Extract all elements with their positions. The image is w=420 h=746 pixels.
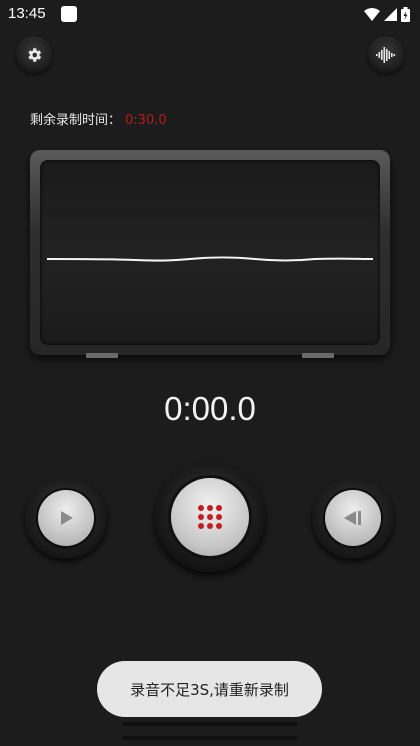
display-foot-left — [86, 353, 118, 358]
waveform-screen — [40, 160, 380, 345]
waveform-display — [30, 150, 390, 355]
nav-gesture-bar — [122, 722, 298, 726]
play-button-housing — [25, 477, 107, 559]
gear-icon — [28, 48, 42, 62]
signal-icon — [384, 8, 397, 21]
settings-button[interactable] — [16, 37, 52, 73]
display-foot-right — [302, 353, 334, 358]
record-button-housing — [155, 462, 265, 572]
remaining-time-value: 0:30.0 — [125, 113, 167, 128]
recording-timer: 0:00.0 — [164, 390, 256, 427]
remaining-time-label: 剩余录制时间： — [30, 113, 122, 128]
wifi-icon — [364, 8, 380, 21]
rewind-icon — [344, 511, 361, 525]
record-dots-icon — [198, 505, 222, 529]
recordings-list-button[interactable] — [368, 37, 404, 73]
toast-message: 录音不足3S,请重新录制 — [97, 661, 322, 717]
waveform-line — [46, 256, 374, 262]
play-icon — [61, 511, 73, 525]
rewind-button-housing — [312, 477, 394, 559]
battery-icon — [401, 7, 410, 22]
rewind-button[interactable] — [325, 490, 381, 546]
record-button[interactable] — [171, 478, 249, 556]
audio-waveform-icon — [376, 47, 396, 63]
status-time: 13:45 — [8, 5, 46, 22]
play-button[interactable] — [38, 490, 94, 546]
status-icons — [364, 7, 410, 22]
remaining-time: 剩余录制时间： 0:30.0 — [30, 109, 167, 128]
status-bar: 13:45 — [0, 0, 420, 30]
nav-gesture-bar-secondary — [122, 736, 298, 740]
app-notification-icon — [61, 6, 77, 22]
